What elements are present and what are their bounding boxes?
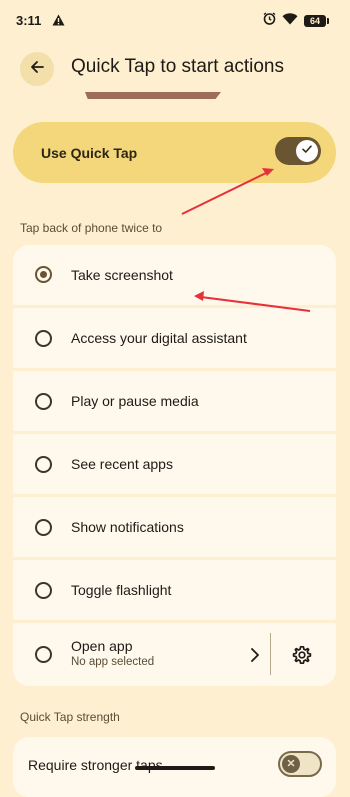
- use-quick-tap-card[interactable]: Use Quick Tap: [13, 122, 336, 183]
- option-label: Open app: [71, 638, 133, 654]
- status-icons: 64: [263, 12, 329, 30]
- option-see-recent-apps[interactable]: See recent apps: [13, 434, 336, 494]
- gear-icon[interactable]: [292, 645, 312, 670]
- alarm-icon: [263, 12, 276, 30]
- strength-section-header: Quick Tap strength: [20, 710, 120, 724]
- option-sublabel: No app selected: [71, 656, 155, 668]
- back-button[interactable]: [20, 52, 54, 86]
- actions-section-header: Tap back of phone twice to: [20, 221, 163, 235]
- option-label: Take screenshot: [71, 267, 173, 283]
- radio-play-pause-media[interactable]: [35, 393, 52, 410]
- radio-take-screenshot[interactable]: [35, 266, 52, 283]
- require-stronger-taps-toggle[interactable]: [278, 751, 322, 777]
- option-toggle-flashlight[interactable]: Toggle flashlight: [13, 560, 336, 620]
- status-bar: 3:11 64: [0, 0, 350, 40]
- use-quick-tap-toggle[interactable]: [275, 137, 321, 165]
- option-take-screenshot[interactable]: Take screenshot: [13, 245, 336, 305]
- chevron-right-icon[interactable]: [249, 647, 261, 668]
- alert-triangle-icon: [52, 13, 65, 31]
- radio-show-notifications[interactable]: [35, 519, 52, 536]
- toggle-thumb: [282, 755, 300, 773]
- check-icon: [301, 142, 313, 160]
- option-label: See recent apps: [71, 456, 173, 472]
- status-time: 3:11: [16, 13, 42, 28]
- page-title: Quick Tap to start actions: [71, 56, 284, 77]
- option-label: Toggle flashlight: [71, 582, 172, 598]
- radio-access-digital-assistant[interactable]: [35, 330, 52, 347]
- divider: [270, 633, 271, 675]
- option-play-pause-media[interactable]: Play or pause media: [13, 371, 336, 431]
- close-icon: [286, 755, 296, 773]
- option-open-app[interactable]: Open app No app selected: [13, 623, 336, 686]
- home-indicator: [135, 766, 215, 770]
- option-label: Play or pause media: [71, 393, 199, 409]
- option-label: Access your digital assistant: [71, 330, 247, 346]
- wifi-icon: [282, 12, 298, 30]
- option-label: Show notifications: [71, 519, 184, 535]
- option-show-notifications[interactable]: Show notifications: [13, 497, 336, 557]
- arrow-left-icon: [29, 59, 45, 80]
- radio-open-app[interactable]: [35, 646, 52, 663]
- toggle-thumb: [296, 140, 318, 162]
- radio-toggle-flashlight[interactable]: [35, 582, 52, 599]
- battery-icon: 64: [304, 15, 329, 27]
- radio-see-recent-apps[interactable]: [35, 456, 52, 473]
- redaction-bar: [85, 92, 221, 99]
- require-stronger-taps-label: Require stronger taps: [28, 757, 163, 773]
- use-quick-tap-label: Use Quick Tap: [41, 145, 138, 161]
- option-access-digital-assistant[interactable]: Access your digital assistant: [13, 308, 336, 368]
